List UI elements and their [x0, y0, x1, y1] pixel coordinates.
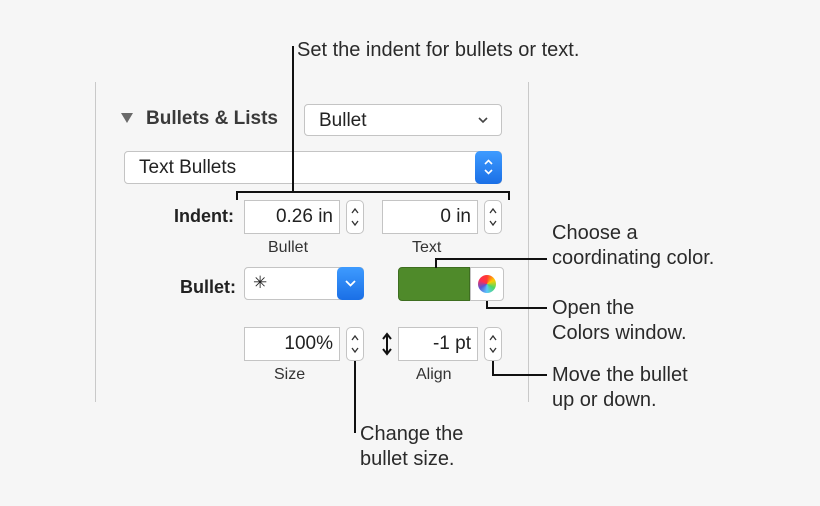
annotation-colors-window-line1: Open the: [552, 297, 635, 319]
section-title: Bullets & Lists: [146, 108, 278, 129]
text-indent-stepper[interactable]: [484, 200, 502, 234]
callout-indent-stem: [292, 46, 294, 193]
bullet-align-stepper[interactable]: [484, 327, 502, 361]
annotation-size-line2: bullet size.: [360, 448, 455, 470]
disclosure-triangle-icon[interactable]: [120, 112, 134, 124]
annotation-move-line1: Move the bullet: [552, 364, 688, 386]
text-indent-field[interactable]: 0 in: [382, 200, 478, 234]
colors-window-button[interactable]: [470, 267, 504, 301]
up-down-chevron-icon: [484, 159, 493, 175]
callout-colors-window-line: [486, 307, 547, 309]
list-style-value: Bullet: [319, 110, 367, 131]
callout-align-line: [492, 374, 547, 376]
align-sublabel: Align: [416, 366, 452, 383]
vertical-align-icon: [382, 332, 392, 356]
popup-arrows-button[interactable]: [475, 151, 502, 184]
bullet-size-stepper[interactable]: [346, 327, 364, 361]
bullet-indent-sublabel: Bullet: [268, 239, 309, 256]
size-sublabel: Size: [274, 366, 306, 383]
bullet-indent-field[interactable]: 0.26 in: [244, 200, 340, 234]
annotation-size-line1: Change the: [360, 423, 464, 445]
color-wheel-icon: [478, 275, 496, 293]
bullet-color-well[interactable]: [398, 267, 470, 301]
annotation-move-line2: up or down.: [552, 389, 657, 411]
annotation-indent: Set the indent for bullets or text.: [297, 39, 580, 61]
callout-size-stem: [354, 361, 356, 433]
list-style-popup[interactable]: Bullet: [304, 104, 502, 136]
bullet-symbol-value: ✳: [253, 273, 268, 292]
callout-color-line: [435, 258, 547, 260]
bullet-type-popup[interactable]: Text Bullets: [124, 151, 502, 184]
bullet-symbol-popup[interactable]: ✳: [244, 267, 364, 300]
bullet-size-field[interactable]: 100%: [244, 327, 340, 361]
bullet-label: Bullet:: [180, 277, 236, 297]
bullet-type-value: Text Bullets: [139, 157, 237, 178]
panel-left-border: [95, 82, 96, 402]
chevron-down-icon: [345, 280, 356, 287]
chevron-down-icon: [478, 117, 488, 124]
callout-indent-bracket-right: [508, 191, 510, 200]
annotation-color-line1: Choose a: [552, 222, 638, 244]
callout-indent-bracket: [236, 191, 510, 193]
bullet-indent-stepper[interactable]: [346, 200, 364, 234]
indent-label: Indent:: [174, 206, 234, 226]
callout-indent-bracket-left: [236, 191, 238, 200]
bullet-align-field[interactable]: -1 pt: [398, 327, 478, 361]
annotation-colors-window-line2: Colors window.: [552, 322, 687, 344]
annotation-color-line2: coordinating color.: [552, 247, 715, 269]
bullet-symbol-dropdown-button[interactable]: [337, 267, 364, 300]
text-indent-sublabel: Text: [412, 239, 442, 256]
panel-right-border: [528, 82, 529, 402]
